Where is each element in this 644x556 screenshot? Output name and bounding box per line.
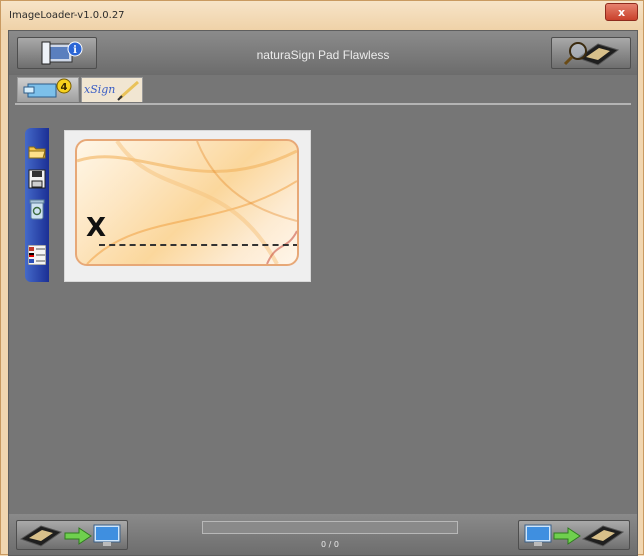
monitor-to-pad-button[interactable] [518,520,630,550]
images-tab-icon: 4 [23,78,72,98]
save-icon[interactable] [28,169,46,189]
tool-strip [25,128,49,282]
monitor-to-pad-icon [524,524,625,547]
signature-line [99,244,297,246]
signature-card[interactable]: X [64,130,311,282]
tab-badge: 4 [61,82,68,93]
header-bar: i naturaSign Pad Flawless [9,31,637,75]
flag-notes-icon[interactable] [28,245,46,265]
pad-to-monitor-button[interactable] [16,520,128,550]
signature-area: X [75,139,299,266]
main-panel: i naturaSign Pad Flawless 4 xSign X 0 / … [8,30,638,556]
pad-to-monitor-icon [19,524,121,547]
app-window: ImageLoader-v1.0.0.27 x i naturaSign Pad… [0,0,644,556]
signature-mark: X [86,213,107,243]
window-title: ImageLoader-v1.0.0.27 [9,10,125,21]
pen-icon [117,80,139,101]
folder-icon[interactable] [28,142,46,160]
progress-bar [202,521,458,534]
tab-strip: 4 xSign [15,75,631,105]
recycle-icon[interactable] [28,198,46,220]
tab-images[interactable]: 4 [17,77,79,102]
close-button[interactable]: x [605,3,638,21]
title-bar: ImageLoader-v1.0.0.27 x [1,1,643,30]
header-title: naturaSign Pad Flawless [256,48,390,62]
footer-bar: 0 / 0 [9,514,637,555]
magnifier-button[interactable] [551,37,631,69]
tab-xsign[interactable]: xSign [81,77,143,102]
magnifier-pad-icon [563,42,620,66]
page-counter: 0 / 0 [321,540,339,549]
